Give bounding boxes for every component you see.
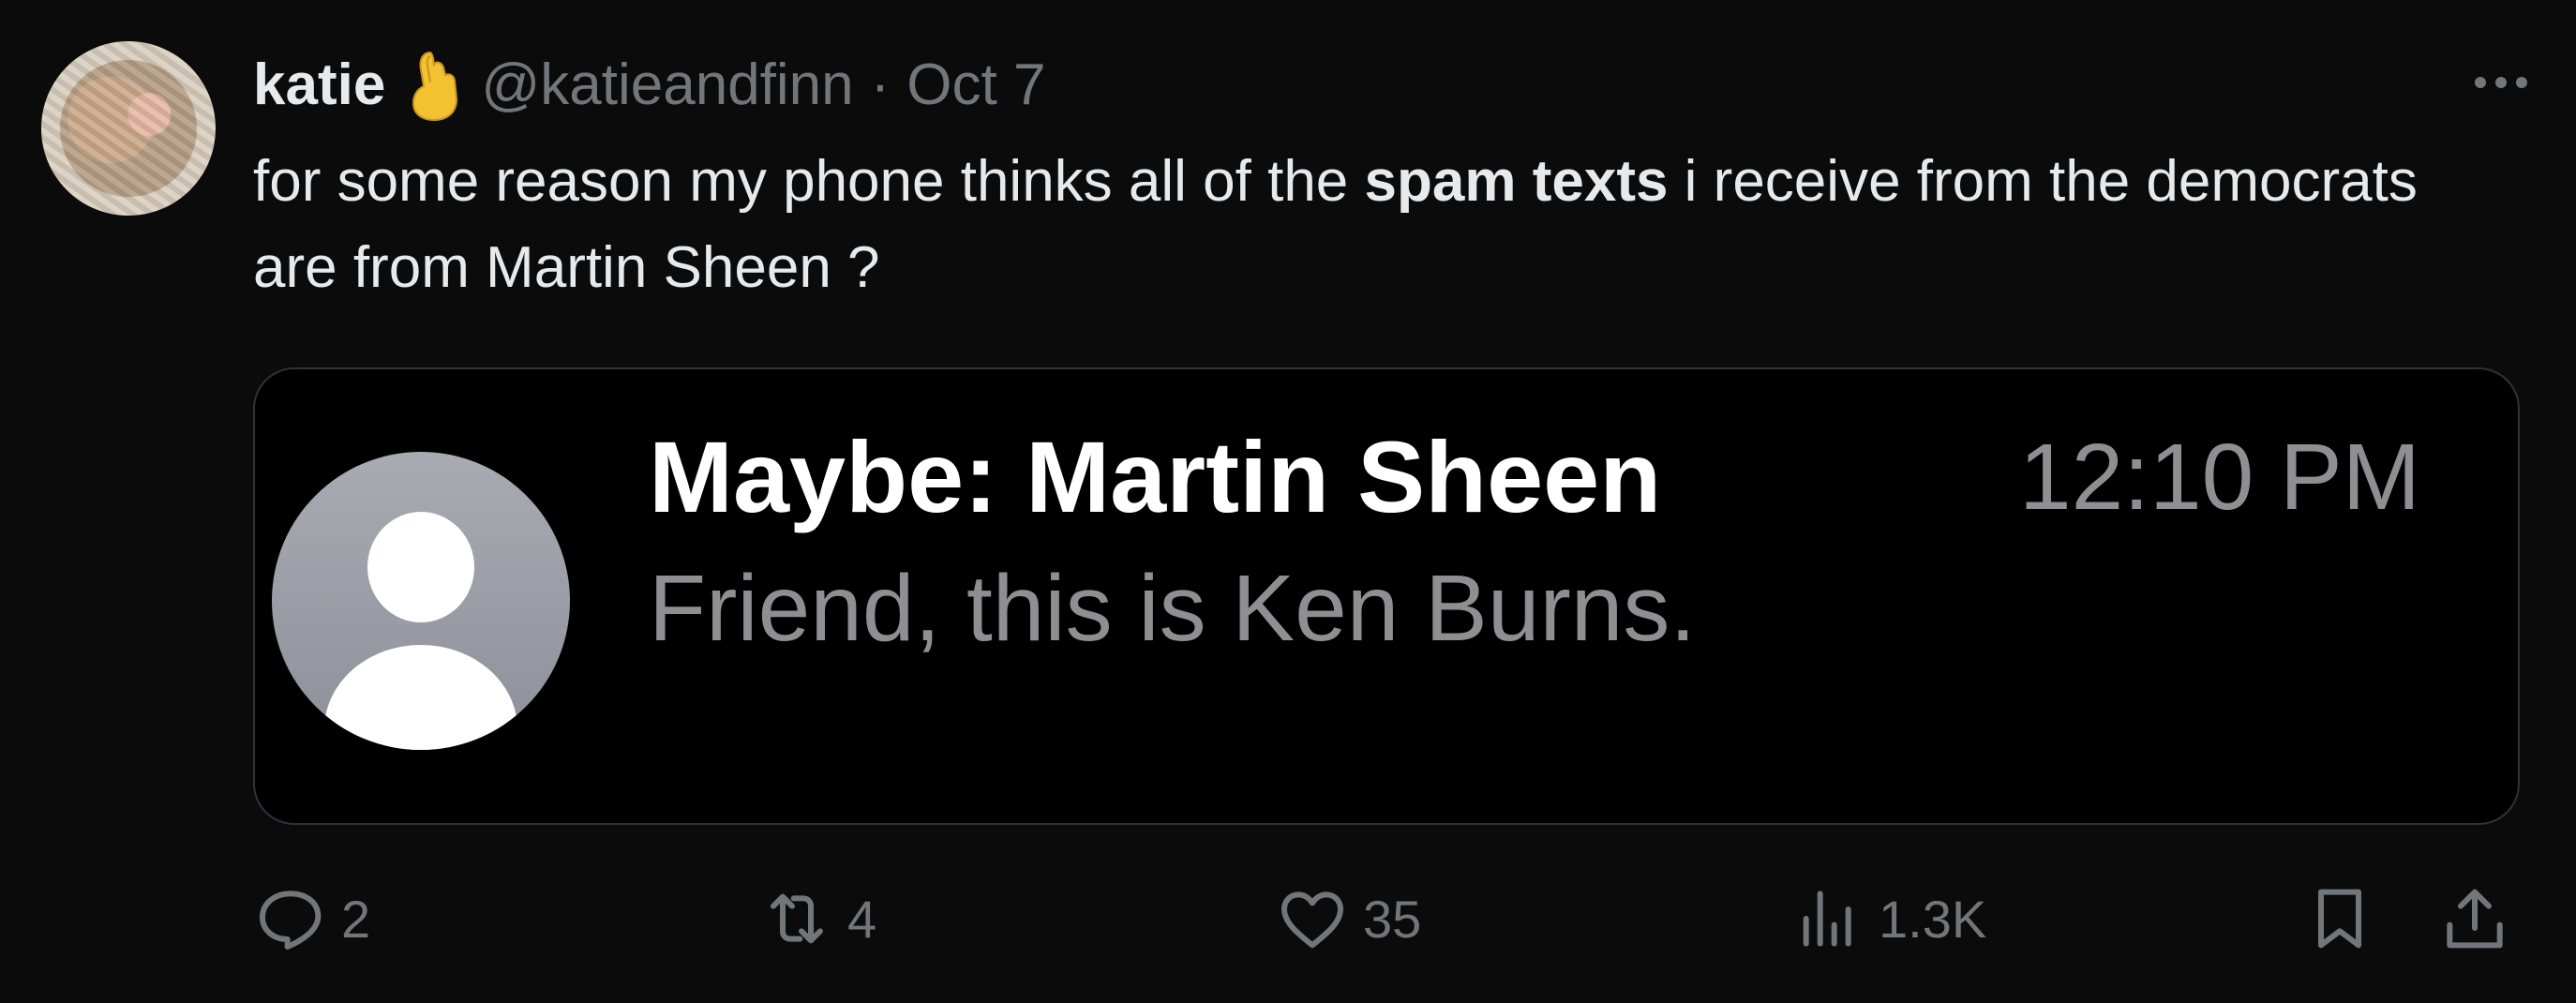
attached-image[interactable]: Maybe: Martin Sheen 12:10 PM Friend, thi…: [253, 367, 2520, 825]
share-icon: [2447, 889, 2503, 949]
bookmark-button[interactable]: [2302, 872, 2377, 966]
views-icon: [1803, 891, 1851, 947]
post-header: katie @katieandfinn · Oct 7: [253, 43, 1045, 127]
view-count: 1.3K: [1879, 889, 1987, 949]
more-icon[interactable]: [2464, 64, 2539, 101]
separator-dot: ·: [870, 52, 891, 117]
repost-count: 4: [847, 889, 877, 949]
repost-button[interactable]: 4: [759, 872, 876, 966]
message-preview: Friend, this is Ken Burns.: [649, 556, 1697, 661]
views-button[interactable]: 1.3K: [1790, 872, 1986, 966]
action-bar: 2 4 35 1.3K: [253, 872, 2516, 966]
post-text-bold: spam texts: [1364, 149, 1669, 214]
author-name[interactable]: katie: [253, 43, 385, 127]
message-sender: Maybe: Martin Sheen: [649, 420, 1662, 533]
message-time: 12:10 PM: [2018, 425, 2420, 530]
pinched-fingers-emoji-icon: [402, 49, 464, 122]
share-button[interactable]: [2437, 872, 2512, 966]
author-avatar[interactable]: [41, 41, 216, 216]
contact-placeholder-icon: [272, 452, 570, 750]
heart-icon: [1281, 891, 1343, 949]
post-text: for some reason my phone thinks all of t…: [253, 139, 2447, 311]
repost-icon: [771, 893, 823, 944]
reply-icon: [260, 891, 322, 950]
post-date[interactable]: Oct 7: [906, 43, 1045, 127]
post-text-part-1: for some reason my phone thinks all of t…: [253, 149, 1365, 214]
like-count: 35: [1363, 889, 1422, 949]
reply-count: 2: [341, 889, 371, 949]
reply-button[interactable]: 2: [253, 872, 370, 966]
like-button[interactable]: 35: [1275, 872, 1421, 966]
author-handle[interactable]: @katieandfinn: [481, 43, 853, 127]
bookmark-icon: [2318, 889, 2361, 949]
